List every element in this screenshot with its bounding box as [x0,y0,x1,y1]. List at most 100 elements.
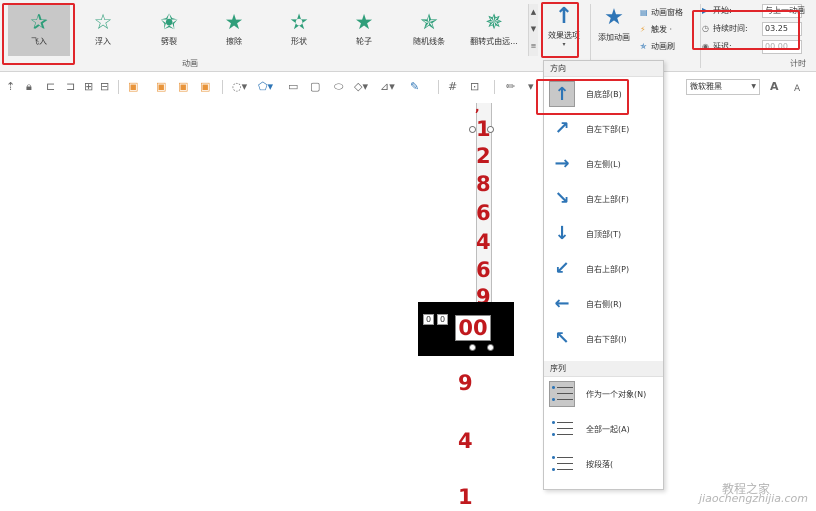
animation-wipe[interactable]: ★ 擦除 [203,4,265,56]
fly-in-star-icon: ✰ [30,10,48,34]
rectangle-icon[interactable]: ▭ [288,80,298,94]
toolbar-divider [222,80,223,94]
triangle-icon[interactable]: ◇▾ [354,80,368,94]
distribute-icon[interactable]: ⊐ [66,80,75,94]
ellipse-icon[interactable]: ⬭ [334,80,343,94]
strip-digit: 6 [476,258,491,282]
direction-from-top[interactable]: ↓ 自顶部(T) [544,217,663,252]
shape-outline-icon[interactable]: ⬠▾ [258,80,273,94]
start-label: 开始: [713,6,732,15]
effect-options-label: 效果选项 [548,31,580,40]
layer-down-icon[interactable]: ▣ [200,80,210,94]
direction-label: 自右侧(R) [586,300,622,309]
direction-from-left[interactable]: → 自左侧(L) [544,147,663,182]
advanced-animation-group: ▤ 动画窗格 ⚡ 触发 · ✯ 动画刷 [640,4,698,55]
direction-label: 自底部(B) [586,90,622,99]
shape-fill-icon[interactable]: ◌▾ [232,80,247,94]
align-center-icon[interactable]: ⊞ [84,80,93,94]
direction-label: 自右上部(P) [586,265,630,274]
delay-label: 延迟: [713,42,732,51]
direction-from-top-left[interactable]: ↘ 自左上部(F) [544,182,663,217]
animation-label: 浮入 [95,37,111,46]
chevron-down-icon[interactable]: ▼ [529,21,538,38]
sequence-by-paragraph[interactable]: 按段落( [544,447,663,482]
shape-effects-icon[interactable]: ⊿▾ [380,80,395,94]
animation-wheel[interactable]: ★ 轮子 [333,4,395,56]
arrow-up-right-icon: ↗ [554,118,570,139]
direction-from-bottom-left[interactable]: ↗ 自左下部(E) [544,112,663,147]
drawing-toolbar: ⇡ 🔒︎ ⊏ ⊐ ⊞ ⊟ ▣ ▣ ▣ ▣ ◌▾ ⬠▾ ▭ ▢ ⬭ ◇▾ ⊿▾ ✎… [0,76,816,100]
strip-digit: 2 [476,144,491,168]
arrow-up-icon: ↑ [549,81,575,107]
animation-fly-in[interactable]: ✰ 飞入 [8,4,70,56]
animation-label: 形状 [291,37,307,46]
animation-random-bars[interactable]: ✯ 随机线条 [398,4,460,56]
resize-handle[interactable] [469,344,476,351]
resize-handle[interactable] [487,344,494,351]
trigger-button[interactable]: ⚡ 触发 · [640,21,698,38]
gallery-scrollbar[interactable]: ▲ ▼ ≡ [528,4,538,56]
wipe-star-icon: ★ [224,10,244,34]
group-icon[interactable]: ▣ [128,80,138,94]
animation-painter-button[interactable]: ✯ 动画刷 [640,38,698,55]
more-icon[interactable]: ≡ [529,38,538,55]
effect-options-button[interactable]: ↑ 效果选项 ▾ [540,4,588,56]
arrow-up-icon: ↑ [554,4,574,29]
animation-shape[interactable]: ✫ 形状 [268,4,330,56]
layer-up-icon[interactable]: ▣ [178,80,188,94]
split-star-icon: ✬ [160,10,178,34]
align-icon[interactable]: ⊏ [46,80,55,94]
counter-cell[interactable]: 0 [423,314,434,325]
direction-from-right[interactable]: ← 自右侧(R) [544,287,663,322]
play-icon: ▶ [702,6,709,15]
lock-icon[interactable]: 🔒︎ [26,80,32,94]
delay-row: ◉ 延迟: 00.00 [702,38,814,56]
highlighter-icon[interactable]: ▾ [528,80,534,94]
delay-input[interactable]: 00.00 [762,40,802,54]
counter-text-box[interactable]: 00 [455,315,491,341]
arrow-down-left-icon: ↙ [554,258,570,279]
resize-handle[interactable] [469,126,476,133]
shrink-font-button[interactable]: A [794,82,800,96]
arrow-right-icon: → [554,153,570,174]
ungroup-icon[interactable]: ▣ [156,80,166,94]
animation-pane-button[interactable]: ▤ 动画窗格 [640,4,698,21]
pen-icon[interactable]: ✏ [506,80,515,94]
direction-from-bottom-right[interactable]: ↖ 自右下部(I) [544,322,663,357]
start-select[interactable]: 与上一动画 [762,4,805,18]
toolbar-divider [438,80,439,94]
watermark-cjk: 教程之家 [721,482,770,496]
arrow-up-left-icon: ↖ [554,328,570,349]
direction-label: 自左侧(L) [586,160,621,169]
add-animation-button[interactable]: ★ 添加动画 [592,4,636,56]
hash-icon[interactable]: # [448,80,457,94]
direction-from-bottom[interactable]: ↑ 自底部(B) [544,77,663,112]
align-middle-icon[interactable]: ⊟ [100,80,109,94]
font-name-select[interactable]: 微软雅黑 ▼ [686,79,760,95]
chevron-up-icon[interactable]: ▲ [529,4,538,21]
rounded-rectangle-icon[interactable]: ▢ [310,80,320,94]
duration-input[interactable]: 03.25 [762,22,802,36]
format-painter-icon[interactable]: ✎ [410,80,419,94]
animation-split[interactable]: ✬ 劈裂 [138,4,200,56]
grow-font-button[interactable]: A [770,80,779,94]
animation-pane-label: 动画窗格 [651,8,683,17]
random-bars-star-icon: ✯ [420,10,438,34]
strip-digit: 8 [476,172,491,196]
effect-options-dropdown: 方向 ↑ 自底部(B) ↗ 自左下部(E) → 自左侧(L) ↘ 自左上部(F)… [543,60,664,490]
animation-float-in[interactable]: ☆ 浮入 [72,4,134,56]
picture-icon[interactable]: ⊡ [470,80,479,94]
direction-header: 方向 [544,61,663,77]
digit-partial: , [475,100,480,114]
bring-forward-icon[interactable]: ⇡ [6,80,15,94]
sequence-label: 作为一个对象(N) [586,390,647,399]
direction-from-top-right[interactable]: ↙ 自右上部(P) [544,252,663,287]
group-divider [700,4,701,68]
toolbar-divider [494,80,495,94]
sequence-as-one-object[interactable]: 作为一个对象(N) [544,377,663,412]
sequence-all-at-once[interactable]: 全部一起(A) [544,412,663,447]
start-row: ▶ 开始: 与上一动画 [702,2,814,20]
shape-star-icon: ✫ [290,10,308,34]
animation-grow-turn[interactable]: ✵ 翻转式由远... [463,4,525,56]
counter-cell[interactable]: 0 [437,314,448,325]
